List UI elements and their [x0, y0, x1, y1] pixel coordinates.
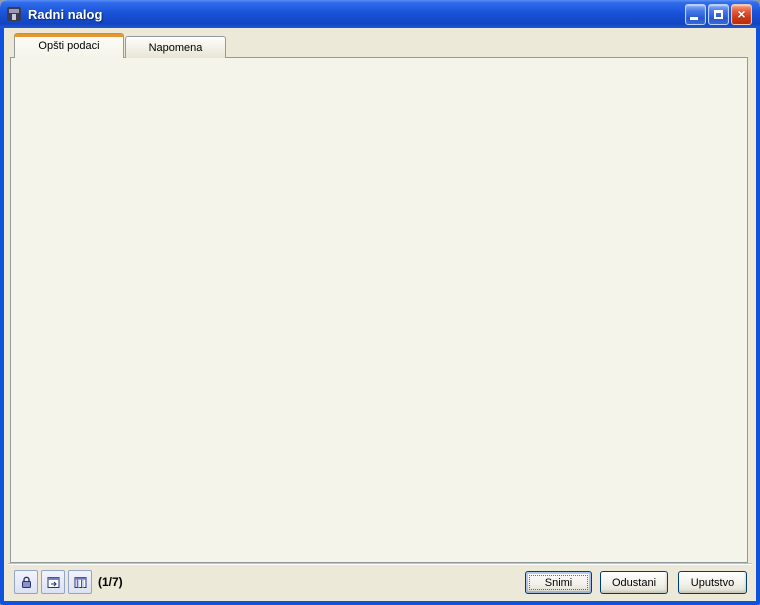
columns-icon[interactable]	[68, 570, 92, 594]
odustani-button[interactable]: Odustani	[600, 571, 668, 594]
tab-panel	[10, 57, 748, 563]
page-counter: (1/7)	[98, 575, 123, 589]
minimize-button[interactable]	[685, 4, 706, 25]
lock-icon[interactable]	[14, 570, 38, 594]
window-title: Radni nalog	[28, 7, 685, 22]
uputstvo-button[interactable]: Uputstvo	[678, 571, 747, 594]
close-button[interactable]: ×	[731, 4, 752, 25]
app-icon	[6, 6, 22, 22]
tab-napomena[interactable]: Napomena	[125, 36, 226, 58]
form-icon[interactable]	[41, 570, 65, 594]
maximize-button[interactable]	[708, 4, 729, 25]
divider	[8, 563, 752, 565]
radni-nalog-window: Radni nalog × Opšti podaci Napomena Unes…	[0, 0, 760, 605]
snimi-button[interactable]: Snimi	[525, 571, 592, 594]
tab-opsti-podaci[interactable]: Opšti podaci	[14, 33, 124, 58]
titlebar[interactable]: Radni nalog ×	[0, 0, 760, 28]
